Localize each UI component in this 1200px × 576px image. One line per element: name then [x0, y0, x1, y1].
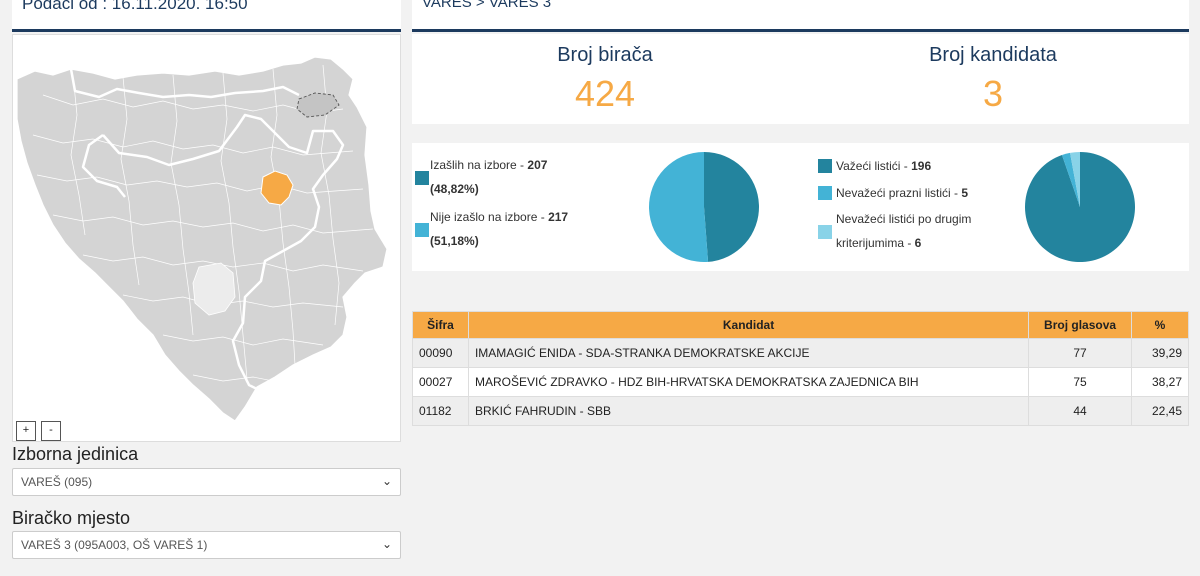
breadcrumb[interactable]: VAREŠ > VAREŠ 3 [422, 0, 551, 11]
col-header-votes[interactable]: Broj glasova [1028, 311, 1132, 339]
legend-other-label-1: Nevažeći listići po drugim [836, 212, 972, 226]
cell-votes: 77 [1028, 338, 1132, 368]
electoral-unit-select[interactable]: VAREŠ (095) ⌄ [12, 468, 401, 496]
pie-slice-voted [704, 152, 759, 262]
left-panel: Podaci od : 16.11.2020. 16:50 + - Izborn… [12, 0, 401, 576]
data-timestamp: Podaci od : 16.11.2020. 16:50 [22, 0, 248, 13]
pie-slice-not-voted [649, 152, 709, 262]
polling-station-select[interactable]: VAREŠ 3 (095A003, OŠ VAREŠ 1) ⌄ [12, 531, 401, 559]
legend-voted-label: Izašlih na izbore - [430, 158, 528, 172]
results-table: Šifra Kandidat Broj glasova % 00090 IMAM… [412, 311, 1189, 426]
legend-swatch-other [818, 225, 832, 239]
cell-votes: 44 [1028, 396, 1132, 426]
legend-empty-label: Nevažeći prazni listići - [836, 186, 962, 200]
candidates-stat: Broj kandidata 3 [843, 44, 1143, 115]
cell-pct: 39,29 [1131, 338, 1189, 368]
legend-swatch-valid [818, 159, 832, 173]
legend-empty-count: 5 [961, 186, 969, 200]
cell-code: 01182 [412, 396, 469, 426]
bih-map[interactable] [13, 35, 400, 441]
ballots-pie-chart [1025, 152, 1135, 262]
table-row: 00090 IMAMAGIĆ ENIDA - SDA-STRANKA DEMOK… [412, 338, 1189, 368]
legend-empty: Nevažeći prazni listići - 5 [836, 181, 968, 205]
map-panel[interactable]: + - [12, 34, 401, 442]
zoom-in-button[interactable]: + [16, 421, 36, 441]
chevron-down-icon: ⌄ [381, 537, 392, 551]
legend-valid-count: 196 [911, 159, 932, 173]
col-header-candidate[interactable]: Kandidat [467, 311, 1030, 339]
cell-candidate: IMAMAGIĆ ENIDA - SDA-STRANKA DEMOKRATSKE… [467, 338, 1030, 368]
candidates-value: 3 [982, 73, 1004, 114]
table-header-row: Šifra Kandidat Broj glasova % [412, 311, 1189, 339]
voters-label: Broj birača [557, 44, 653, 66]
legend-not-voted-count: 217 [548, 210, 569, 224]
table-row: 01182 BRKIĆ FAHRUDIN - SBB 44 22,45 [412, 396, 1189, 426]
electoral-unit-label: Izborna jedinica [12, 444, 139, 464]
legend-valid: Važeći listići - 196 [836, 154, 931, 178]
legend-swatch-not-voted [415, 223, 429, 237]
col-header-code[interactable]: Šifra [412, 311, 469, 339]
cell-pct: 38,27 [1131, 367, 1189, 397]
legend-voted-pct: (48,82%) [430, 182, 479, 196]
cell-pct: 22,45 [1131, 396, 1189, 426]
voters-stat: Broj birača 424 [455, 44, 755, 115]
candidates-label: Broj kandidata [929, 44, 1057, 66]
electoral-unit-value: VAREŠ (095) [21, 475, 93, 489]
cell-candidate: MAROŠEVIĆ ZDRAVKO - HDZ BIH-HRVATSKA DEM… [467, 367, 1030, 397]
legend-other-count: 6 [914, 236, 922, 250]
chevron-down-icon: ⌄ [381, 474, 392, 488]
col-header-pct[interactable]: % [1131, 311, 1189, 339]
legend-valid-label: Važeći listići - [836, 159, 912, 173]
cell-code: 00027 [412, 367, 469, 397]
legend-not-voted-label: Nije izašlo na izbore - [430, 210, 549, 224]
legend-not-voted-pct: (51,18%) [430, 234, 479, 248]
breadcrumb-bar: VAREŠ > VAREŠ 3 [412, 0, 1189, 32]
legend-other-label-2: kriterijumima - [836, 236, 915, 250]
charts-panel: Izašlih na izbore - 207 (48,82%) Nije iz… [412, 143, 1189, 271]
legend-swatch-empty [818, 186, 832, 200]
polling-station-label: Biračko mjesto [12, 508, 131, 528]
country-shape [16, 56, 388, 422]
voters-value: 424 [574, 73, 636, 114]
legend-voted-count: 207 [527, 158, 548, 172]
legend-other: Nevažeći listići po drugim kriterijumima… [836, 207, 971, 255]
cell-code: 00090 [412, 338, 469, 368]
table-row: 00027 MAROŠEVIĆ ZDRAVKO - HDZ BIH-HRVATS… [412, 367, 1189, 397]
polling-station-value: VAREŠ 3 (095A003, OŠ VAREŠ 1) [21, 538, 208, 552]
cell-votes: 75 [1028, 367, 1132, 397]
legend-swatch-voted [415, 171, 429, 185]
legend-voted: Izašlih na izbore - 207 (48,82%) [430, 153, 547, 201]
stats-panel: Broj birača 424 Broj kandidata 3 [412, 34, 1189, 124]
zoom-out-button[interactable]: - [41, 421, 61, 441]
cell-candidate: BRKIĆ FAHRUDIN - SBB [467, 396, 1030, 426]
turnout-pie-chart [649, 152, 759, 262]
legend-not-voted: Nije izašlo na izbore - 217 (51,18%) [430, 205, 568, 253]
data-timestamp-header: Podaci od : 16.11.2020. 16:50 [12, 0, 401, 32]
